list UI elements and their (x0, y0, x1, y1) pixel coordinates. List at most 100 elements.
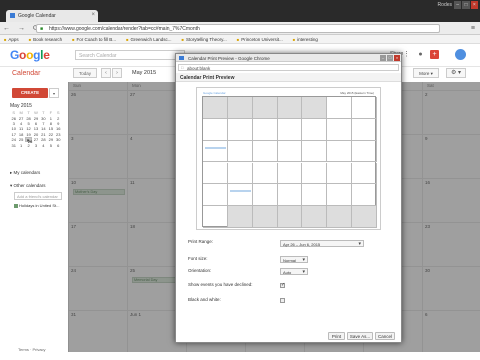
mini-day-selected[interactable]: 26 (24, 136, 32, 145)
other-calendars-toggle[interactable]: ▾ Other calendars (10, 183, 46, 189)
preview-day-cell (252, 184, 278, 207)
apps-grid-icon[interactable]: ⋮ (402, 50, 411, 59)
cancel-button[interactable]: Cancel (375, 332, 395, 340)
google-logo[interactable]: Google (10, 48, 50, 62)
browser-tab[interactable]: Google Calendar × (6, 10, 98, 22)
preview-day-cell (302, 118, 328, 141)
orientation-label: Orientation: (188, 268, 212, 273)
calendar-app-label[interactable]: Calendar (12, 70, 40, 77)
save-as-button[interactable]: Save As... (347, 332, 373, 340)
preview-day-cell (252, 140, 278, 163)
preview-month-grid (202, 96, 377, 228)
minimize-icon[interactable]: – (454, 1, 462, 9)
preview-day-cell (327, 97, 353, 119)
preview-day-cell (277, 206, 303, 228)
preview-day-cell (227, 184, 253, 207)
plus-share-icon[interactable]: + (430, 50, 439, 59)
mini-day[interactable]: 4 (40, 142, 47, 148)
today-button[interactable]: Today (73, 68, 97, 78)
preview-day-cell (327, 140, 353, 163)
mini-day[interactable]: 30 (40, 115, 47, 121)
avatar[interactable] (455, 49, 466, 60)
preview-day-cell (327, 206, 353, 228)
preview-day-cell (327, 118, 353, 141)
preview-day-cell (227, 162, 253, 185)
more-button[interactable]: More ▾ (413, 68, 439, 78)
preview-day-cell (203, 97, 228, 119)
preview-day-cell (252, 97, 278, 119)
bookmark-item[interactable]: interesting (293, 37, 318, 42)
close-tab-icon[interactable]: × (91, 12, 95, 18)
bookmark-item[interactable]: Book research (29, 37, 62, 42)
minimize-icon[interactable]: – (380, 55, 386, 61)
close-window-icon[interactable]: × (470, 1, 478, 9)
preview-day-cell (277, 184, 303, 207)
preview-event-bar (229, 190, 251, 193)
browser-menu-icon[interactable]: ≡ (471, 25, 475, 32)
orientation-select[interactable]: Auto (280, 268, 308, 275)
bookmark-item[interactable]: Princeton Universit... (237, 37, 283, 42)
holidays-calendar-item[interactable]: Holidays in United St... (14, 203, 59, 208)
preview-day-cell (203, 118, 228, 141)
search-input[interactable]: Search Calendar (75, 50, 185, 60)
create-dropdown-button[interactable]: ▾ (49, 88, 59, 98)
footer-links[interactable]: Terms · Privacy (18, 347, 46, 352)
print-preview-heading: Calendar Print Preview (176, 73, 401, 82)
next-month-button[interactable]: › (112, 68, 122, 78)
font-size-select[interactable]: Normal (280, 256, 308, 263)
bookmark-item[interactable]: Storytelling Theory... (182, 37, 227, 42)
preview-day-cell (227, 206, 253, 228)
mini-day[interactable]: 1 (17, 142, 24, 148)
maximize-icon[interactable]: □ (387, 55, 393, 61)
black-and-white-checkbox[interactable] (280, 298, 285, 303)
bookmark-item[interactable]: Greenwich Landsc... (126, 37, 171, 42)
mini-day[interactable]: 28 (40, 137, 47, 142)
create-event-button[interactable]: CREATE (12, 88, 48, 98)
mini-day[interactable]: 6 (55, 142, 62, 148)
add-friend-calendar-input[interactable]: Add a friend's calendar (14, 192, 62, 200)
bookmark-item[interactable]: For Coach to fill B... (72, 37, 117, 42)
show-declined-checkbox[interactable] (280, 282, 285, 288)
maximize-icon[interactable]: □ (462, 1, 470, 9)
preview-header-right: May 2015 (Eastern Time) (340, 91, 374, 95)
preview-day-cell (277, 162, 303, 185)
preview-day-cell (302, 140, 328, 163)
dialog-url-bar[interactable]: about:blank (178, 64, 399, 71)
header-icons: ⋮ ● + (402, 50, 439, 59)
preview-day-cell (302, 206, 328, 228)
font-size-label: Font size: (188, 256, 208, 261)
preview-day-cell (277, 97, 303, 119)
close-window-icon[interactable]: × (394, 55, 400, 61)
calendar-favicon-icon (179, 56, 184, 60)
mini-day[interactable]: 31 (10, 142, 17, 148)
window-controls: – □ × (454, 1, 478, 9)
preview-day-cell (327, 162, 353, 185)
url-input[interactable]: ■ https://www.google.com/calendar/render… (36, 24, 440, 33)
preview-day-cell (352, 206, 377, 228)
preview-day-cell (277, 140, 303, 163)
my-calendars-toggle[interactable]: ▸ My calendars (10, 170, 40, 176)
settings-gear-button[interactable]: ⚙ ▾ (446, 68, 466, 78)
mini-day[interactable]: 3 (32, 142, 39, 148)
preview-day-cell (302, 97, 328, 119)
print-range-label: Print Range: (188, 239, 214, 244)
mini-day[interactable]: 5 (47, 142, 54, 148)
mini-calendar: May 2015 SMTWTFS 26 27 28 29 30 1 2 3456789 10… (10, 103, 62, 148)
print-range-select[interactable]: Apr 26 – Jun 6, 2015 (280, 240, 364, 247)
bookmark-item[interactable]: Apps (4, 37, 18, 42)
black-and-white-label: Black and white: (188, 297, 221, 302)
mini-day[interactable]: 21 (40, 132, 47, 137)
print-preview-window: Calendar Print Preview - Google Chrome –… (175, 53, 402, 343)
prev-month-button[interactable]: ‹ (101, 68, 111, 78)
print-preview-page: Google Calendar May 2015 (Eastern Time) (196, 87, 381, 230)
mini-calendar-month[interactable]: May 2015 (10, 103, 62, 109)
preview-day-cell (203, 140, 228, 163)
mini-day[interactable]: 14 (40, 126, 47, 131)
print-button[interactable]: Print (328, 332, 345, 340)
notifications-icon[interactable]: ● (416, 50, 425, 59)
dialog-window-controls: – □ × (380, 55, 400, 61)
print-preview-window-title: Calendar Print Preview - Google Chrome (188, 55, 270, 61)
preview-event-bar (205, 146, 226, 149)
preview-day-cell (352, 140, 377, 163)
preview-header-left: Google Calendar (203, 91, 226, 95)
